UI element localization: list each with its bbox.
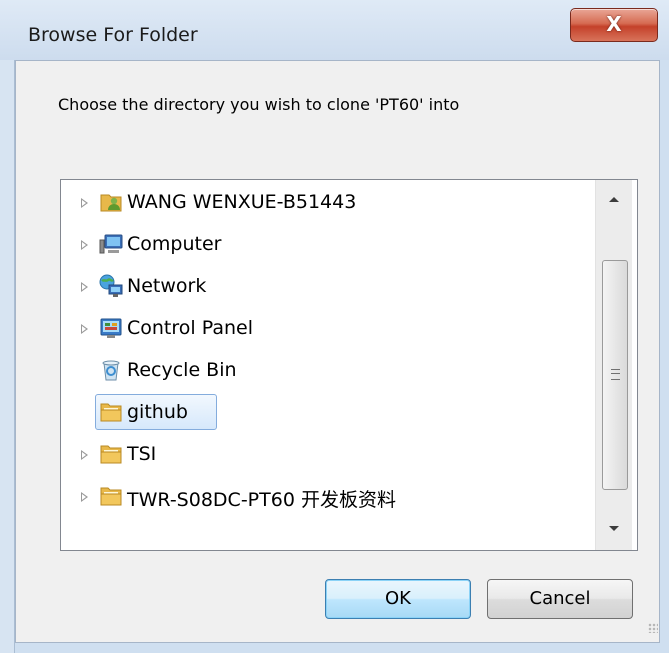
tree-item-github[interactable]: github	[61, 394, 596, 432]
expand-arrow-icon[interactable]	[81, 282, 88, 292]
close-icon: X	[606, 12, 622, 36]
title-bar[interactable]: Browse For Folder X	[0, 0, 669, 60]
computer-icon	[99, 234, 123, 254]
tree-item-label: github	[127, 401, 188, 423]
expand-arrow-icon[interactable]	[81, 240, 88, 250]
folder-icon	[100, 487, 122, 506]
browse-for-folder-dialog: Browse For Folder X Choose the directory…	[0, 0, 669, 653]
expand-arrow-icon[interactable]	[81, 198, 88, 208]
scroll-up-arrow-icon[interactable]	[609, 197, 619, 202]
tree-item-tsi[interactable]: TSI	[61, 436, 596, 474]
grip-icon	[611, 369, 620, 380]
tree-item-label: TSI	[127, 443, 157, 465]
resize-grip-icon[interactable]	[648, 623, 658, 633]
scroll-down-arrow-icon[interactable]	[609, 526, 619, 531]
control-panel-icon	[100, 318, 122, 338]
tree-item-twr-s08dc-pt60[interactable]: TWR-S08DC-PT60 开发板资料	[61, 478, 596, 516]
expand-arrow-icon[interactable]	[81, 324, 88, 334]
cancel-button[interactable]: Cancel	[487, 579, 633, 619]
tree-item-label: Computer	[127, 233, 222, 255]
folder-icon	[100, 445, 122, 464]
ok-button[interactable]: OK	[325, 579, 471, 619]
close-button[interactable]: X	[570, 8, 658, 42]
window-title: Browse For Folder	[28, 24, 198, 46]
user-folder-icon	[100, 194, 122, 212]
tree-item-label: TWR-S08DC-PT60 开发板资料	[127, 489, 396, 511]
tree-item-label: WANG WENXUE-B51443	[127, 191, 357, 213]
scrollbar-thumb[interactable]	[602, 260, 628, 490]
expand-arrow-icon[interactable]	[81, 492, 88, 502]
folder-tree[interactable]: WANG WENXUE-B51443 Computer Network Cont…	[60, 179, 638, 551]
window-frame-left	[0, 60, 15, 653]
tree-item-computer[interactable]: Computer	[61, 226, 596, 264]
tree-item-recycle-bin[interactable]: Recycle Bin	[61, 352, 596, 390]
tree-item-user[interactable]: WANG WENXUE-B51443	[61, 184, 596, 222]
tree-item-label: Network	[127, 275, 207, 297]
vertical-scrollbar[interactable]	[595, 180, 632, 550]
expand-arrow-icon[interactable]	[81, 450, 88, 460]
tree-item-label: Recycle Bin	[127, 359, 237, 381]
network-icon	[99, 274, 123, 297]
tree-item-network[interactable]: Network	[61, 268, 596, 306]
tree-item-control-panel[interactable]: Control Panel	[61, 310, 596, 348]
instruction-text: Choose the directory you wish to clone '…	[58, 95, 460, 114]
folder-icon	[100, 403, 122, 422]
recycle-bin-icon	[102, 360, 120, 381]
dialog-body: Choose the directory you wish to clone '…	[15, 60, 660, 643]
tree-item-label: Control Panel	[127, 317, 253, 339]
